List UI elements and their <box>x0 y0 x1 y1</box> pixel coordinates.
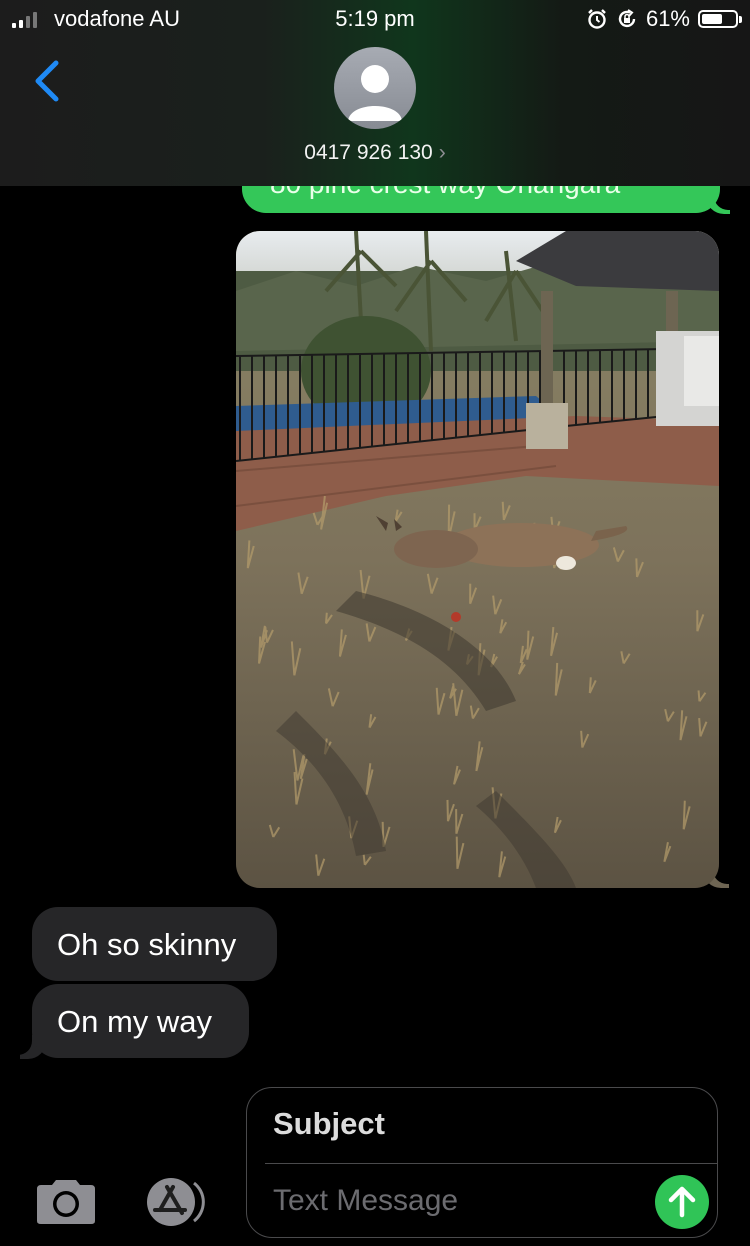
status-bar: vodafone AU 5:19 pm 61% <box>0 0 750 40</box>
received-message-text: Oh so skinny <box>57 927 237 962</box>
status-icons: 61% <box>586 6 742 32</box>
contact-avatar[interactable] <box>334 47 416 129</box>
orientation-lock-icon <box>618 9 636 28</box>
contact-number: 0417 926 130 <box>304 141 433 164</box>
subject-field[interactable]: Subject <box>273 1106 385 1142</box>
kangaroo-photo-image <box>236 231 719 888</box>
back-chevron-icon[interactable] <box>30 58 64 104</box>
app-store-icon[interactable] <box>140 1177 214 1227</box>
sent-photo[interactable] <box>236 231 719 888</box>
text-message-field[interactable]: Text Message <box>273 1184 458 1218</box>
received-message-text: On my way <box>57 1004 213 1039</box>
camera-icon[interactable] <box>35 1179 97 1225</box>
received-message-bubble[interactable]: On my way <box>32 984 249 1058</box>
contact-name[interactable]: 0417 926 130 › <box>0 141 750 165</box>
battery-icon <box>698 10 742 28</box>
send-button[interactable] <box>655 1175 709 1229</box>
composer-divider <box>265 1163 717 1164</box>
received-message-bubble[interactable]: Oh so skinny <box>32 907 277 981</box>
alarm-icon <box>588 9 606 29</box>
message-composer: Subject Text Message <box>246 1087 718 1238</box>
chevron-right-icon: › <box>438 141 446 164</box>
person-icon <box>348 65 402 121</box>
battery-percent: 61% <box>645 6 690 31</box>
send-arrow-icon <box>668 1186 696 1218</box>
